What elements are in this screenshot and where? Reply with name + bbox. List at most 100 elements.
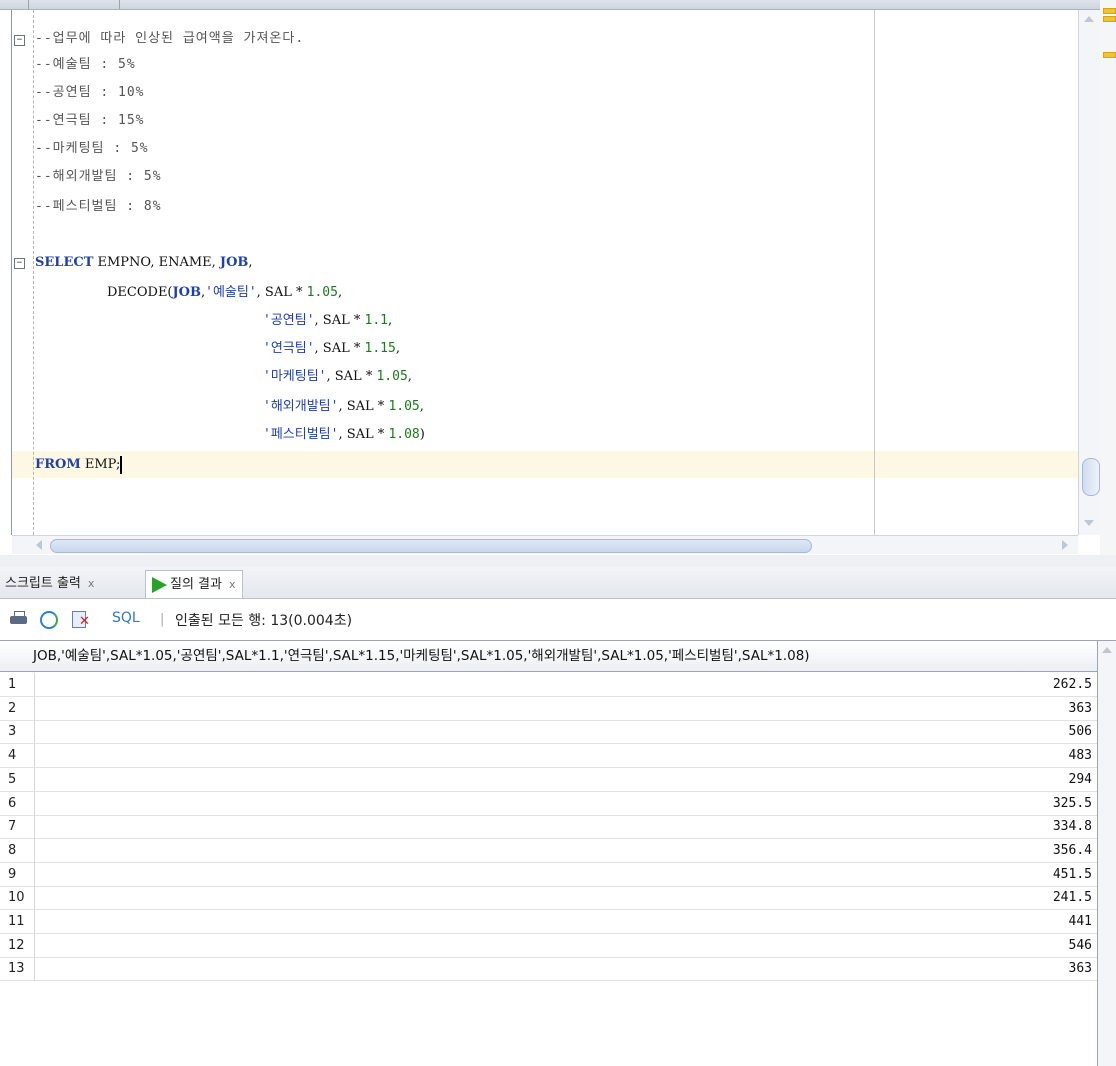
scroll-right-arrow-icon[interactable] — [1062, 540, 1068, 550]
table-row[interactable]: 13 363 — [0, 957, 1098, 982]
sql-string: '예술팀' — [205, 285, 257, 300]
overview-marker-bar — [1100, 0, 1116, 555]
sql-number: 1.15 — [364, 341, 396, 356]
code-decode-case: '해외개발팀', SAL * 1.05, — [263, 394, 424, 420]
table-row[interactable]: 9 451.5 — [0, 862, 1098, 887]
close-icon[interactable]: x — [88, 577, 95, 590]
editor-horizontal-scrollbar[interactable] — [12, 535, 1078, 554]
sql-link[interactable]: SQL — [112, 610, 140, 626]
cell-value[interactable]: 325.5 — [1053, 792, 1092, 815]
row-number-separator — [34, 957, 35, 981]
marker-icon[interactable] — [1103, 8, 1116, 14]
row-number-separator — [34, 910, 35, 933]
table-row[interactable]: 3 506 — [0, 720, 1098, 745]
row-number-separator — [34, 696, 35, 720]
cell-value[interactable]: 241.5 — [1053, 886, 1092, 909]
close-icon[interactable]: x — [229, 578, 236, 591]
scroll-up-arrow-icon[interactable] — [1084, 16, 1094, 22]
editor-vertical-scrollbar[interactable] — [1078, 10, 1101, 535]
cell-value[interactable]: 294 — [1069, 768, 1092, 791]
scroll-thumb[interactable] — [50, 539, 812, 553]
row-number: 8 — [8, 842, 17, 858]
row-number-separator — [34, 791, 35, 815]
sql-string: '페스티벌팀' — [263, 427, 339, 442]
fetch-status-text: 인출된 모든 행: 13(0.004초) — [175, 613, 353, 629]
marker-icon[interactable] — [1103, 16, 1116, 22]
sql-function: DECODE( — [107, 285, 173, 300]
row-number-separator — [34, 933, 35, 957]
sql-expr: , SAL * — [326, 369, 377, 384]
sql-number: 1.05 — [306, 285, 338, 300]
row-number-separator — [34, 767, 35, 791]
code-select-line: SELECT EMPNO, ENAME, JOB, — [35, 250, 253, 276]
row-number: 12 — [8, 937, 25, 953]
sql-keyword: FROM — [35, 457, 81, 472]
row-number: 5 — [8, 771, 17, 787]
current-line-highlight — [12, 451, 1078, 478]
code-decode-case: '마케팅팀', SAL * 1.05, — [263, 364, 412, 390]
cell-value[interactable]: 363 — [1069, 697, 1092, 720]
row-number: 7 — [8, 819, 17, 835]
table-row[interactable]: 1 262.5 — [0, 673, 1098, 697]
row-number: 13 — [8, 961, 25, 977]
table-row[interactable]: 10 241.5 — [0, 886, 1098, 911]
code-comment-line: --마케팅팀 : 5% — [35, 141, 149, 156]
column-header[interactable]: JOB,'예술팀',SAL*1.05,'공연팀',SAL*1.1,'연극팀',S… — [0, 641, 1098, 672]
cell-value[interactable]: 546 — [1069, 934, 1092, 957]
fold-guide-line — [33, 10, 34, 535]
fold-toggle-select[interactable]: − — [14, 258, 25, 269]
table-row[interactable]: 11 441 — [0, 910, 1098, 934]
editor-tab-partial-2[interactable] — [29, 0, 120, 9]
scroll-up-arrow-icon[interactable] — [1102, 647, 1112, 653]
grid-vertical-scrollbar[interactable] — [1098, 641, 1116, 1066]
table-row[interactable]: 5 294 — [0, 767, 1098, 792]
cell-value[interactable]: 334.8 — [1053, 815, 1092, 838]
sql-expr: , SAL * — [338, 399, 389, 414]
sql-punct: , — [395, 341, 400, 356]
tab-label: 스크립트 출력 — [5, 576, 81, 591]
row-number-separator — [34, 744, 35, 768]
scroll-thumb[interactable] — [1082, 458, 1100, 496]
scroll-down-arrow-icon[interactable] — [1084, 520, 1094, 526]
row-number: 10 — [8, 890, 25, 906]
sql-string: '공연팀' — [263, 313, 315, 328]
sql-punct: , — [407, 369, 412, 384]
text-caret — [120, 455, 123, 474]
sql-number: 1.1 — [364, 313, 388, 328]
refresh-icon[interactable] — [40, 611, 58, 629]
right-margin-line — [874, 10, 875, 535]
table-row[interactable]: 8 356.4 — [0, 838, 1098, 863]
table-row[interactable]: 2 363 — [0, 696, 1098, 721]
cancel-query-icon[interactable]: ✕ — [72, 611, 90, 628]
cell-value[interactable]: 506 — [1069, 720, 1092, 743]
row-number: 3 — [8, 724, 17, 740]
table-row[interactable]: 12 546 — [0, 933, 1098, 958]
table-row[interactable]: 4 483 — [0, 744, 1098, 769]
cell-value[interactable]: 483 — [1069, 744, 1092, 767]
cell-value[interactable]: 451.5 — [1053, 863, 1092, 886]
sql-columns: EMPNO, ENAME, — [93, 255, 220, 270]
sql-expr: , SAL * — [314, 313, 365, 328]
fold-toggle-comment[interactable]: − — [14, 35, 25, 46]
table-row[interactable]: 6 325.5 — [0, 791, 1098, 816]
cell-value[interactable]: 363 — [1069, 957, 1092, 980]
tab-script-output[interactable]: 스크립트 출력 x — [0, 570, 100, 597]
row-number-separator — [34, 720, 35, 744]
print-icon[interactable] — [10, 611, 28, 627]
panel-splitter[interactable] — [0, 555, 1116, 567]
marker-icon[interactable] — [1103, 52, 1116, 58]
toolbar-separator: | — [160, 612, 165, 627]
cell-value[interactable]: 441 — [1069, 910, 1092, 933]
scroll-left-arrow-icon[interactable] — [36, 540, 42, 550]
table-row[interactable]: 7 334.8 — [0, 815, 1098, 840]
results-toolbar: ✕ SQL | 인출된 모든 행: 13(0.004초) — [0, 599, 1116, 639]
row-number: 6 — [8, 795, 17, 811]
sql-expr: , SAL * — [314, 341, 365, 356]
cell-value[interactable]: 356.4 — [1053, 839, 1092, 862]
editor-tab-partial[interactable] — [0, 0, 29, 9]
cell-value[interactable]: 262.5 — [1053, 673, 1092, 696]
code-comment-line: --예술팀 : 5% — [35, 57, 136, 72]
tab-query-result[interactable]: 질의 결과 x — [145, 570, 243, 598]
code-decode-case: '페스티벌팀', SAL * 1.08) — [263, 422, 425, 448]
results-grid[interactable]: JOB,'예술팀',SAL*1.05,'공연팀',SAL*1.1,'연극팀',S… — [0, 640, 1116, 1066]
